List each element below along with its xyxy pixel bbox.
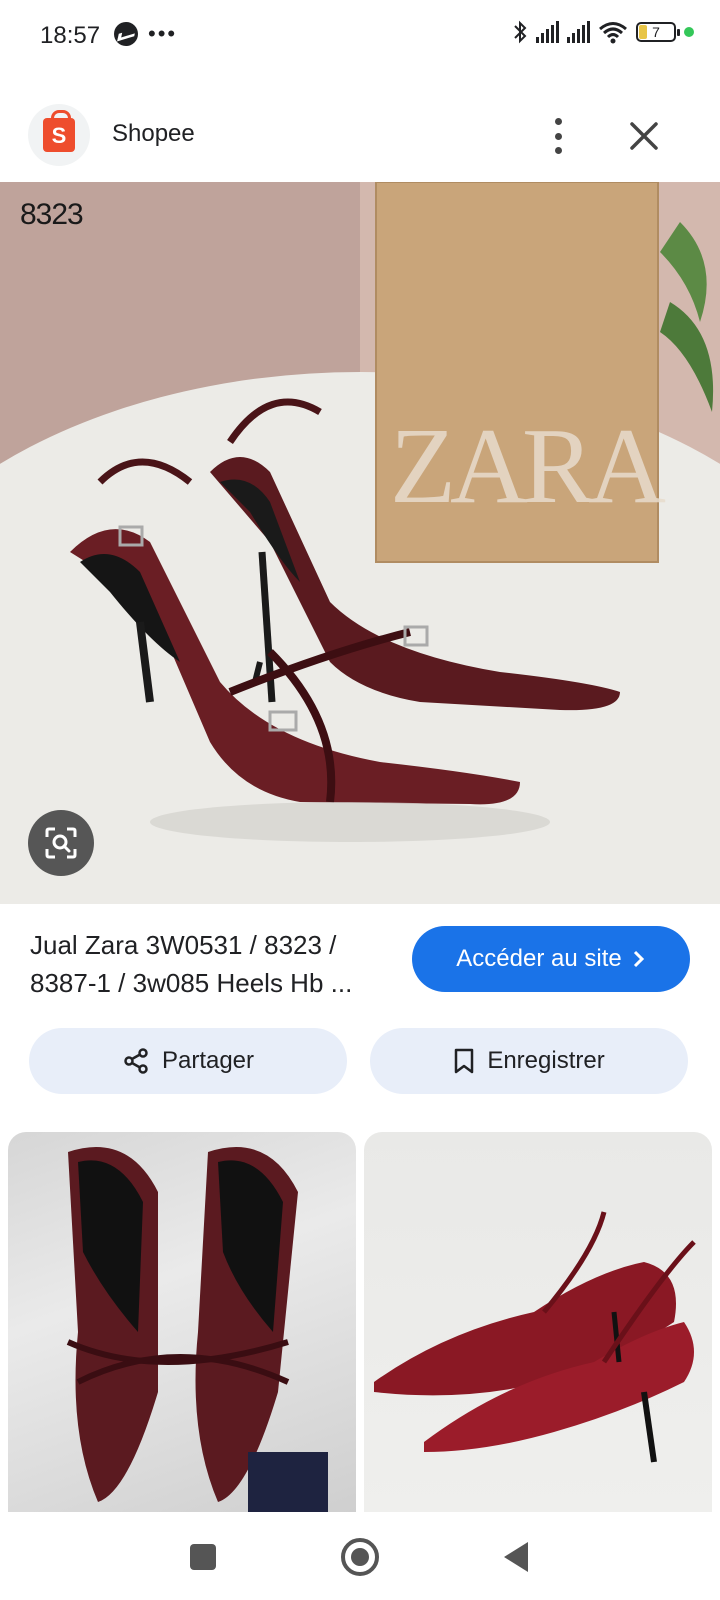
more-options-icon[interactable] (548, 116, 568, 156)
save-button[interactable]: Enregistrer (370, 1028, 688, 1094)
share-icon (124, 1048, 148, 1074)
shopee-bag-icon: S (43, 110, 75, 152)
share-button[interactable]: Partager (29, 1028, 347, 1094)
lens-search-button[interactable] (28, 810, 94, 876)
wifi-icon (599, 22, 627, 44)
signal-icon (536, 21, 559, 43)
battery-icon: 7 (636, 22, 680, 42)
source-name[interactable]: Shopee (112, 120, 195, 148)
signal-icon (567, 21, 590, 43)
lens-search-icon (45, 827, 77, 859)
status-bar: 18:57 ••• 7 (0, 0, 720, 72)
share-label: Partager (161, 1047, 255, 1074)
result-title[interactable]: Jual Zara 3W0531 / 8323 / 8387-1 / 3w085… (30, 926, 390, 1002)
battery-level: 7 (652, 24, 660, 40)
visit-site-button[interactable]: Accéder au site (412, 926, 690, 992)
product-photo-illustration: ZARA (0, 182, 720, 904)
back-triangle-icon[interactable] (504, 1542, 528, 1572)
thumbnail-illustration (66, 1147, 328, 1512)
product-image[interactable]: ZARA 8323 (0, 182, 720, 904)
similar-result-thumbnail[interactable] (364, 1132, 712, 1512)
source-header: S Shopee (0, 96, 720, 180)
chevron-right-icon (633, 950, 644, 968)
home-circle-icon[interactable] (341, 1538, 379, 1576)
thumbnail-illustration (374, 1211, 696, 1463)
messenger-icon (114, 22, 138, 46)
box-brand-text: ZARA (390, 407, 666, 526)
recents-square-icon[interactable] (190, 1544, 216, 1570)
system-navigation-bar (0, 1512, 720, 1600)
status-time: 18:57 (40, 22, 101, 49)
similar-result-thumbnail[interactable] (8, 1132, 356, 1512)
privacy-indicator-dot (684, 27, 694, 37)
shopee-app-icon[interactable]: S (28, 104, 90, 166)
visit-site-label: Accéder au site (456, 945, 622, 972)
bluetooth-icon (514, 20, 527, 44)
more-notifications-icon: ••• (148, 21, 178, 46)
image-overlay-label: 8323 (20, 198, 84, 231)
bookmark-icon (455, 1048, 474, 1074)
save-label: Enregistrer (487, 1047, 605, 1074)
close-icon[interactable] (624, 116, 664, 156)
